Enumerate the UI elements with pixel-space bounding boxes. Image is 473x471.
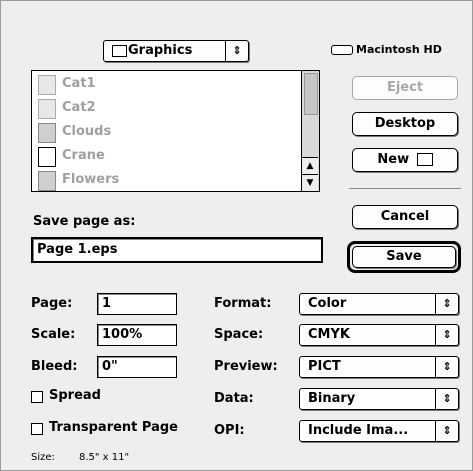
save-as-label: Save page as:	[33, 214, 136, 229]
file-name: Crane	[62, 148, 105, 163]
scale-label: Scale:	[31, 327, 76, 342]
document-icon	[38, 147, 56, 167]
file-name: Flowers	[62, 172, 120, 187]
format-value: Color	[308, 296, 347, 311]
preview-label: Preview:	[214, 359, 278, 374]
scroll-up-icon[interactable]: ▲	[302, 157, 318, 174]
desktop-button[interactable]: Desktop	[352, 112, 458, 136]
opi-value: Include Ima...	[308, 423, 409, 438]
format-label: Format:	[214, 296, 272, 311]
picture-file-icon	[38, 171, 56, 191]
popup-arrows-icon: ⇕	[435, 294, 458, 314]
popup-arrows-icon: ⇕	[435, 421, 458, 441]
space-value: CMYK	[308, 327, 350, 342]
preview-popup[interactable]: PICT ⇕	[299, 356, 459, 378]
new-folder-icon	[416, 153, 433, 166]
page-label: Page:	[31, 296, 73, 311]
file-list[interactable]: Cat1 Cat2 Clouds Crane Flowers ▲ ▼	[31, 70, 320, 192]
scale-field[interactable]: 100%	[97, 324, 177, 346]
save-button[interactable]: Save	[352, 246, 456, 268]
bleed-label: Bleed:	[31, 359, 78, 374]
picture-file-icon	[38, 99, 56, 119]
disk-label: Macintosh HD	[356, 43, 442, 56]
hard-disk-icon	[331, 45, 353, 55]
popup-arrows-icon: ⇕	[225, 41, 248, 61]
bleed-field[interactable]: 0"	[97, 356, 177, 378]
folder-popup-label: Graphics	[128, 43, 193, 58]
opi-popup[interactable]: Include Ima... ⇕	[299, 420, 459, 442]
transparent-page-checkbox[interactable]	[31, 423, 43, 435]
size-label: Size:	[31, 452, 55, 463]
folder-popup[interactable]: Graphics ⇕	[103, 40, 249, 62]
new-button-label: New	[377, 152, 410, 167]
save-as-field[interactable]: Page 1.eps	[31, 237, 323, 263]
file-name: Cat1	[62, 76, 96, 91]
picture-file-icon	[38, 123, 56, 143]
folder-icon	[112, 45, 127, 57]
data-label: Data:	[214, 391, 254, 406]
spread-label: Spread	[49, 388, 101, 403]
list-scrollbar[interactable]: ▲ ▼	[301, 71, 319, 191]
size-value: 8.5" x 11"	[79, 452, 130, 463]
divider	[349, 188, 461, 189]
new-folder-button[interactable]: New	[352, 148, 458, 172]
scroll-thumb[interactable]	[304, 73, 318, 115]
popup-arrows-icon: ⇕	[435, 357, 458, 377]
file-name: Clouds	[62, 124, 112, 139]
popup-arrows-icon: ⇕	[435, 325, 458, 345]
spread-checkbox[interactable]	[31, 391, 43, 403]
file-name: Cat2	[62, 100, 96, 115]
scroll-down-icon[interactable]: ▼	[302, 174, 318, 191]
preview-value: PICT	[308, 359, 341, 374]
popup-arrows-icon: ⇕	[435, 389, 458, 409]
opi-label: OPI:	[214, 423, 245, 438]
cancel-button[interactable]: Cancel	[352, 205, 458, 229]
format-popup[interactable]: Color ⇕	[299, 293, 459, 315]
eject-button[interactable]: Eject	[352, 76, 458, 100]
space-label: Space:	[214, 327, 264, 342]
save-dialog: Graphics ⇕ Macintosh HD Cat1 Cat2 Clouds…	[0, 0, 473, 471]
space-popup[interactable]: CMYK ⇕	[299, 324, 459, 346]
page-field[interactable]: 1	[97, 293, 177, 315]
data-popup[interactable]: Binary ⇕	[299, 388, 459, 410]
disk-name: Macintosh HD	[331, 43, 442, 56]
transparent-page-label: Transparent Page	[49, 420, 178, 435]
data-value: Binary	[308, 391, 356, 406]
picture-file-icon	[38, 75, 56, 95]
